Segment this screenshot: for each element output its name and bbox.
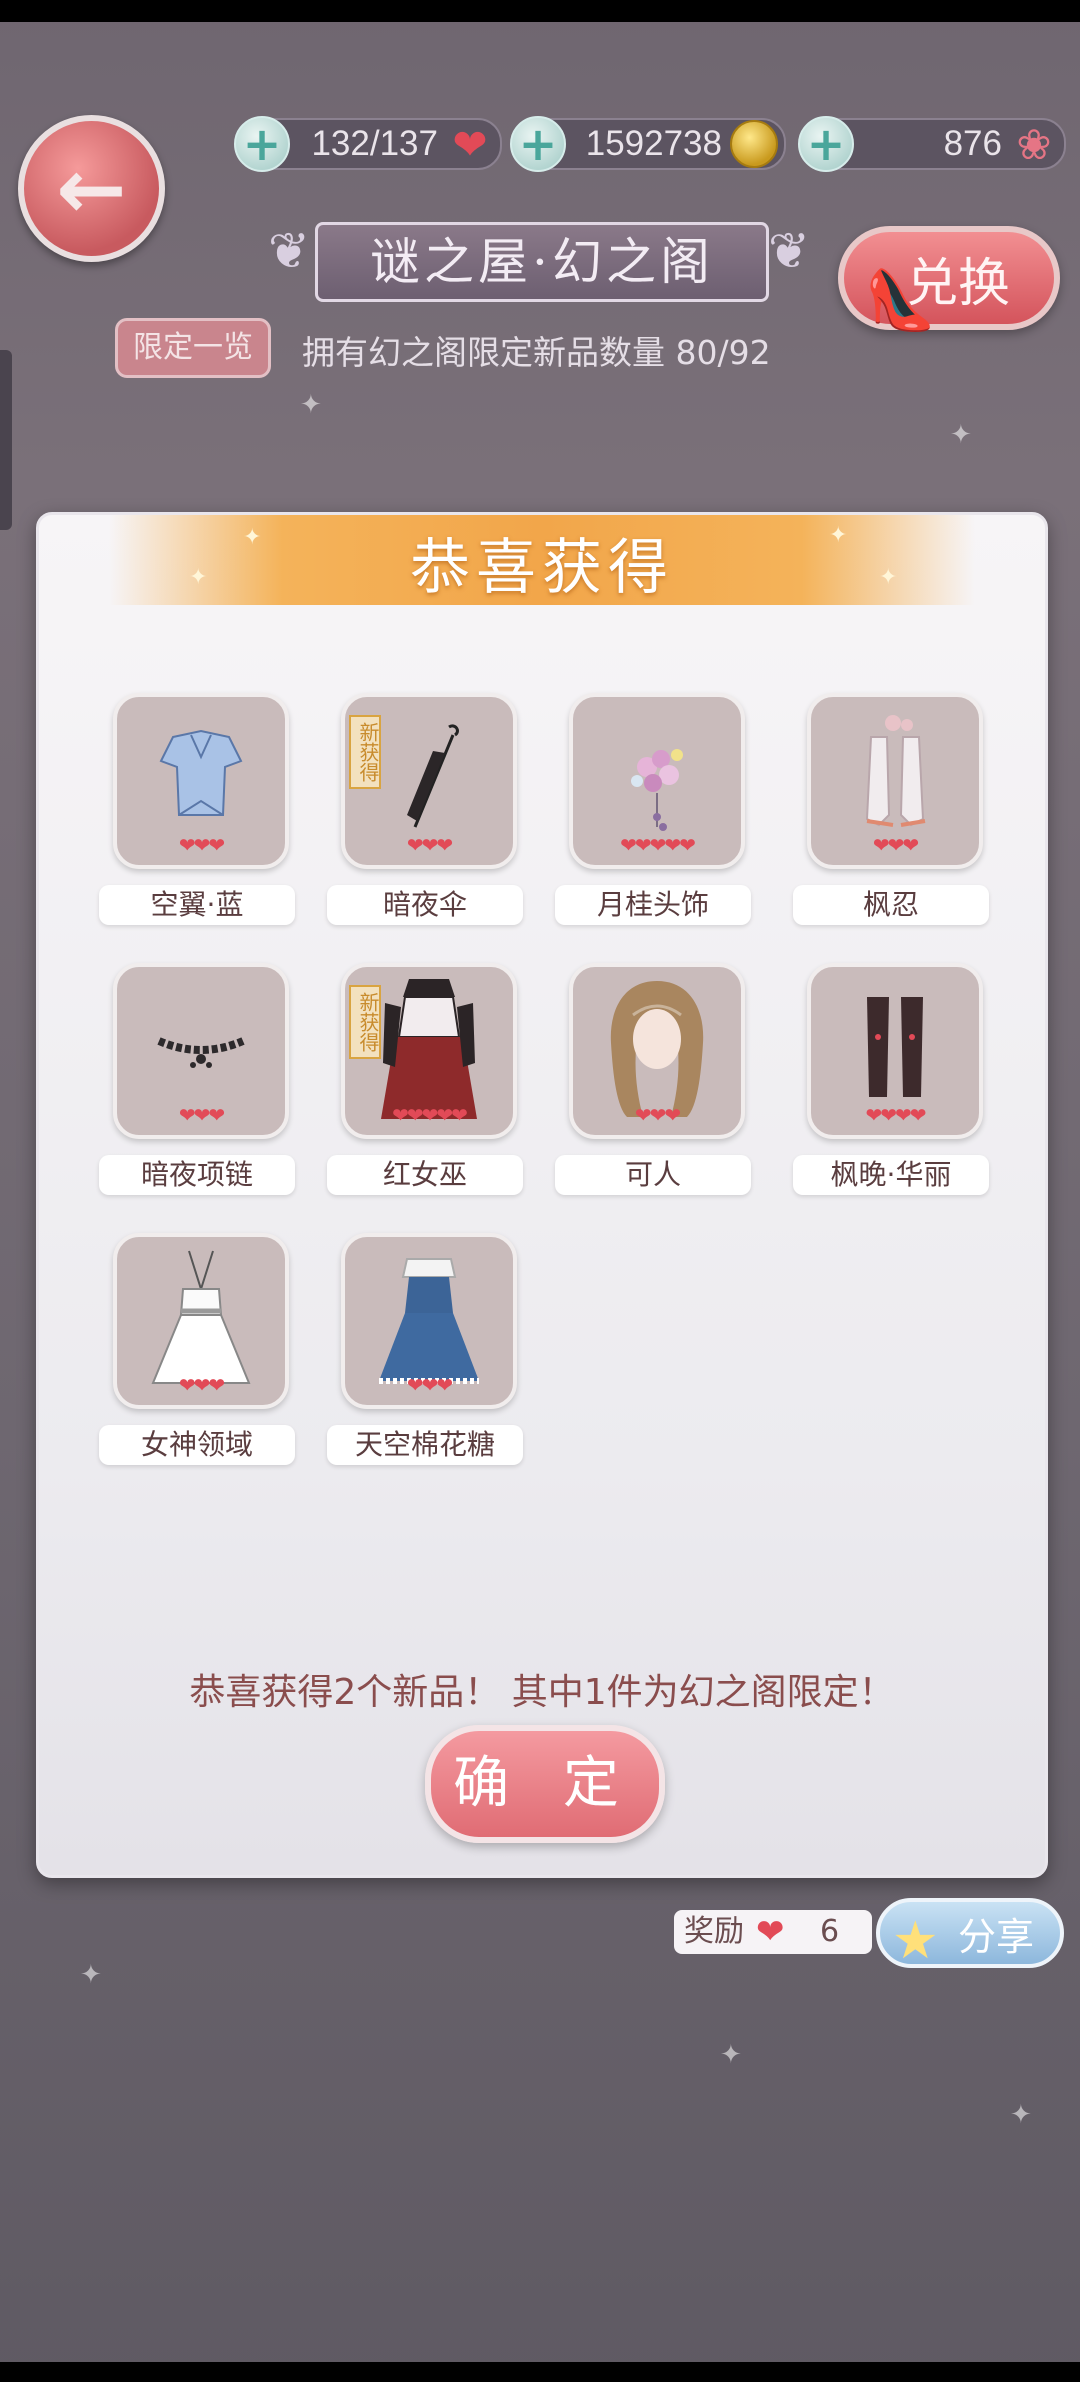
item-card[interactable]: ❤❤❤❤ 枫晚·华丽 — [793, 963, 993, 1203]
item-card[interactable]: ❤❤❤ 暗夜项链 — [99, 963, 299, 1203]
sparkle-icon: ✦ — [1010, 2100, 1032, 2130]
limited-list-button[interactable]: 限定一览 — [115, 318, 271, 378]
item-card[interactable]: 新获得 ❤❤❤ 暗夜伞 — [327, 693, 527, 933]
rarity-hearts: ❤❤❤ — [634, 1103, 681, 1127]
diamonds-counter: + 876 ❀ — [798, 116, 1066, 172]
exchange-button[interactable]: 👠 兑换 — [838, 226, 1060, 334]
rarity-hearts: ❤❤❤ — [872, 833, 919, 857]
coins-counter: + 1592738 — [510, 116, 786, 172]
share-reward: 奖励 ❤ 6 — [674, 1910, 872, 1954]
status-bar — [0, 0, 1080, 22]
rarity-hearts: ❤❤❤ — [178, 833, 225, 857]
item-name: 暗夜项链 — [99, 1155, 295, 1195]
new-badge: 新获得 — [349, 985, 381, 1059]
diamonds-value: 876 — [943, 124, 1002, 163]
navigation-bar — [0, 2362, 1080, 2382]
ornament-right-icon: ❦ — [768, 222, 810, 280]
sparkle-icon: ✦ — [300, 390, 322, 420]
reward-count: 6 — [820, 1914, 840, 1949]
item-name: 天空棉花糖 — [327, 1425, 523, 1465]
hearts-value: 132/137 — [311, 124, 438, 163]
coins-value: 1592738 — [585, 124, 722, 163]
back-arrow-icon: ← — [56, 139, 127, 238]
ornament-left-icon: ❦ — [268, 222, 310, 280]
item-name: 枫忍 — [793, 885, 989, 925]
rarity-hearts: ❤❤❤ — [178, 1373, 225, 1397]
item-name: 可人 — [555, 1155, 751, 1195]
item-card[interactable]: ❤❤❤ 可人 — [555, 963, 755, 1203]
rarity-hearts: ❤❤❤❤ — [865, 1103, 926, 1127]
item-name: 女神领域 — [99, 1425, 295, 1465]
add-hearts-button[interactable]: + — [234, 116, 290, 172]
sparkle-icon: ✦ — [80, 1960, 102, 1990]
page-title: 谜之屋·幻之阁 — [315, 222, 769, 302]
coin-icon — [728, 118, 780, 170]
item-name: 暗夜伞 — [327, 885, 523, 925]
rarity-hearts: ❤❤❤ — [406, 1373, 453, 1397]
item-name: 月桂头饰 — [555, 885, 751, 925]
rarity-hearts: ❤❤❤❤❤ — [392, 1103, 468, 1127]
new-badge: 新获得 — [349, 715, 381, 789]
rarity-hearts: ❤❤❤ — [178, 1103, 225, 1127]
diamond-icon: ❀ — [1016, 119, 1052, 169]
owned-count-text: 拥有幻之阁限定新品数量 80/92 — [302, 333, 771, 372]
sparkle-icon: ✦ — [950, 420, 972, 450]
item-name: 空翼·蓝 — [99, 885, 295, 925]
share-button[interactable]: ★ 分享 — [876, 1898, 1064, 1971]
add-coins-button[interactable]: + — [510, 116, 566, 172]
item-card[interactable]: ❤❤❤ 空翼·蓝 — [99, 693, 299, 933]
item-name: 红女巫 — [327, 1155, 523, 1195]
hearts-counter: + 132/137 ❤ — [234, 116, 502, 172]
rarity-hearts: ❤❤❤ — [406, 833, 453, 857]
item-name: 枫晚·华丽 — [793, 1155, 989, 1195]
share-label: 分享 — [957, 1915, 1034, 1959]
item-card[interactable]: 新获得 ❤❤❤❤❤ 红女巫 — [327, 963, 527, 1203]
side-drawer-handle[interactable] — [0, 350, 12, 530]
confirm-button[interactable]: 确 定 — [425, 1725, 665, 1843]
heart-icon: ❤ — [756, 1912, 785, 1952]
item-card[interactable]: ❤❤❤ 女神领域 — [99, 1233, 299, 1473]
sparkle-icon: ✦ — [720, 2040, 742, 2070]
dialog-title: 恭喜获得 — [410, 533, 674, 603]
item-card[interactable]: ❤❤❤ 枫忍 — [793, 693, 993, 933]
star-icon: ★ — [892, 1911, 939, 1971]
item-card[interactable]: ❤❤❤ 天空棉花糖 — [327, 1233, 527, 1473]
glass-slipper-icon: 👠 — [864, 266, 937, 334]
reward-dialog: ✦ ✦ ✦ ✦ 恭喜获得 ❤❤❤ 空翼·蓝 新获得 ❤❤❤ 暗夜伞 ❤❤❤❤❤ … — [36, 512, 1048, 1878]
heart-icon: ❤ — [452, 119, 488, 169]
rarity-hearts: ❤❤❤❤❤ — [620, 833, 696, 857]
back-button[interactable]: ← — [18, 115, 165, 262]
reward-label: 奖励 — [684, 1914, 744, 1949]
add-diamonds-button[interactable]: + — [798, 116, 854, 172]
item-card[interactable]: ❤❤❤❤❤ 月桂头饰 — [555, 693, 755, 933]
congrats-message: 恭喜获得2个新品！ 其中1件为幻之阁限定！ — [189, 1672, 895, 1713]
